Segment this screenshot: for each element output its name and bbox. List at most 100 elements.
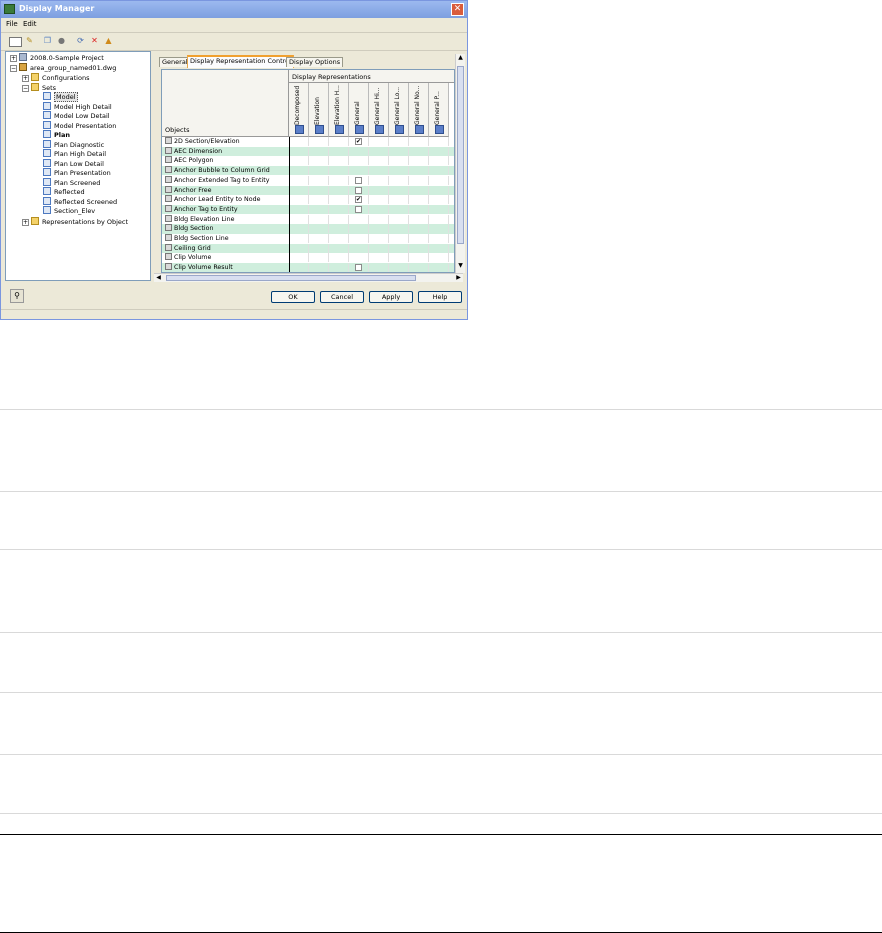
grid-cell[interactable] [409, 234, 429, 243]
grid-cell[interactable] [389, 146, 409, 156]
grid-cell[interactable] [349, 175, 369, 185]
grid-cell[interactable] [369, 185, 389, 195]
tree-node-model[interactable]: Model [43, 92, 78, 102]
help-button[interactable]: Help [418, 291, 462, 303]
grid-cell[interactable] [369, 214, 389, 224]
vertical-scrollbar[interactable]: ▲ ▼ [455, 54, 465, 273]
ok-button[interactable]: OK [271, 291, 315, 303]
grid-cell[interactable] [409, 214, 429, 224]
grid-cell[interactable] [369, 156, 389, 166]
grid-cell[interactable] [429, 214, 449, 224]
table-row[interactable]: Anchor Bubble to Column Grid [162, 166, 454, 176]
checkbox[interactable] [355, 264, 362, 272]
checkbox[interactable] [355, 186, 362, 194]
expand-toggle[interactable]: + [10, 55, 17, 62]
refresh-icon[interactable]: ⟳ [75, 36, 86, 46]
binoculars-icon[interactable]: ⚲ [10, 289, 24, 303]
grid-cell[interactable] [289, 263, 309, 272]
scroll-left-icon[interactable]: ◀ [154, 274, 163, 283]
grid-cell[interactable] [429, 146, 449, 156]
grid-cell[interactable] [329, 263, 349, 272]
grid-cell[interactable] [389, 253, 409, 263]
grid-cell[interactable] [329, 175, 349, 185]
horizontal-scrollbar[interactable]: ◀ ▶ [154, 273, 463, 282]
close-button[interactable]: ✕ [451, 3, 464, 16]
tree-view[interactable]: + 2008.0-Sample Project − area_group_nam… [5, 51, 151, 281]
column-header[interactable]: Elevation H... [329, 83, 349, 137]
grid-cell[interactable] [309, 166, 329, 176]
grid-cell[interactable] [429, 185, 449, 195]
scroll-thumb[interactable] [457, 66, 464, 244]
grid-cell[interactable] [309, 234, 329, 243]
grid-cell[interactable] [429, 166, 449, 176]
table-row[interactable]: Clip Volume Result [162, 263, 454, 272]
grid-cell[interactable] [329, 156, 349, 166]
grid-cell[interactable] [369, 166, 389, 176]
grid-cell[interactable] [329, 214, 349, 224]
grid-cell[interactable] [429, 204, 449, 214]
grid-cell[interactable] [409, 146, 429, 156]
grid-cell[interactable] [369, 243, 389, 253]
tab-display-representation-control[interactable]: Display Representation Control [187, 55, 294, 68]
checkbox[interactable] [355, 205, 362, 213]
grid-cell[interactable] [389, 214, 409, 224]
tab-display-options[interactable]: Display Options [286, 57, 344, 67]
table-row[interactable]: Anchor Extended Tag to Entity [162, 175, 454, 185]
table-row[interactable]: AEC Dimension [162, 146, 454, 156]
checkbox[interactable]: ✔ [355, 196, 362, 204]
grid-cell[interactable] [289, 253, 309, 263]
table-row[interactable]: AEC Polygon [162, 156, 454, 166]
copy-icon[interactable]: ❐ [42, 36, 53, 46]
grid-cell[interactable] [349, 214, 369, 224]
grid-cell[interactable] [409, 204, 429, 214]
tree-node-representations-by-object[interactable]: Representations by Object [31, 217, 128, 227]
collapse-toggle[interactable]: − [22, 85, 29, 92]
grid-cell[interactable] [369, 234, 389, 243]
grid-cell[interactable] [329, 243, 349, 253]
grid-cell[interactable] [429, 175, 449, 185]
scroll-down-icon[interactable]: ▼ [456, 262, 465, 271]
delete-icon[interactable]: ✕ [89, 36, 100, 46]
grid-cell[interactable] [409, 137, 429, 146]
grid-cell[interactable] [389, 166, 409, 176]
tree-node-model-high-detail[interactable]: Model High Detail [43, 101, 112, 112]
grid-cell[interactable] [389, 234, 409, 243]
grid-cell[interactable] [309, 146, 329, 156]
table-row[interactable]: 2D Section/Elevation ✔ [162, 137, 454, 146]
column-header[interactable]: General Hi... [369, 83, 389, 137]
grid-cell[interactable] [389, 195, 409, 205]
grid-cell[interactable] [389, 243, 409, 253]
tree-node-plan-low-detail[interactable]: Plan Low Detail [43, 158, 104, 169]
grid-cell[interactable] [289, 234, 309, 243]
tree-node-model-low-detail[interactable]: Model Low Detail [43, 111, 110, 121]
tree-node-plan-diagnostic[interactable]: Plan Diagnostic [43, 139, 104, 150]
grid-cell[interactable] [309, 156, 329, 166]
tab-general[interactable]: General [159, 57, 191, 67]
grid-cell[interactable] [349, 156, 369, 166]
column-header[interactable]: General No... [409, 83, 429, 137]
grid-cell[interactable] [409, 243, 429, 253]
grid-cell[interactable] [329, 234, 349, 243]
table-row[interactable]: Anchor Lead Entity to Node ✔ [162, 195, 454, 205]
grid-cell[interactable] [309, 204, 329, 214]
grid-cell[interactable] [349, 243, 369, 253]
grid-cell[interactable] [349, 185, 369, 195]
open-icon[interactable]: ✎ [24, 36, 35, 46]
table-row[interactable]: Anchor Free [162, 185, 454, 195]
grid-cell[interactable] [409, 156, 429, 166]
grid-cell[interactable] [289, 204, 309, 214]
objects-column-header[interactable]: Objects [162, 70, 289, 137]
grid-cell[interactable] [309, 137, 329, 146]
grid-cell[interactable] [349, 234, 369, 243]
grid-cell[interactable] [329, 204, 349, 214]
expand-toggle[interactable]: + [22, 75, 29, 82]
grid-cell[interactable] [349, 263, 369, 272]
grid-cell[interactable] [409, 224, 429, 234]
grid-cell[interactable] [349, 253, 369, 263]
apply-button[interactable]: Apply [369, 291, 413, 303]
grid-cell[interactable] [389, 185, 409, 195]
grid-cell[interactable] [309, 185, 329, 195]
grid-cell[interactable] [369, 175, 389, 185]
scroll-thumb[interactable] [166, 275, 416, 281]
column-header[interactable]: General [349, 83, 369, 137]
